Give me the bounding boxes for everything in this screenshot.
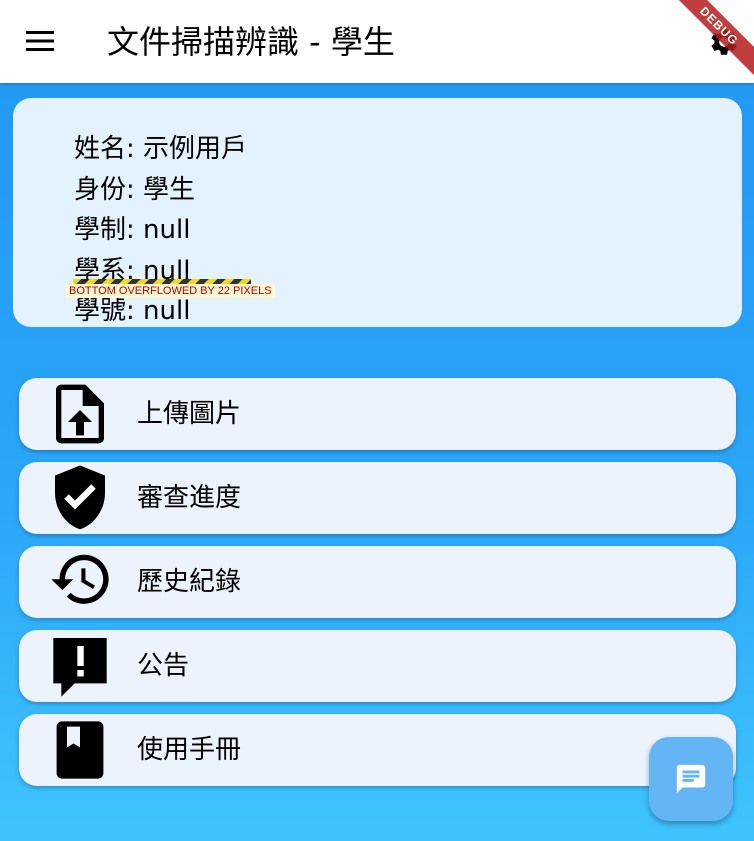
review-progress-label: 審查進度: [137, 483, 242, 513]
announcement-button[interactable]: 公告: [19, 630, 736, 702]
chat-icon: [676, 764, 706, 794]
user-school-system: 學制: null: [74, 215, 191, 245]
history-icon: [46, 550, 114, 614]
user-manual-button[interactable]: 使用手冊: [19, 714, 736, 786]
book-icon: [46, 718, 114, 782]
history-label: 歷史紀錄: [137, 567, 242, 597]
history-button[interactable]: 歷史紀錄: [19, 546, 736, 618]
upload-image-label: 上傳圖片: [137, 399, 242, 429]
upload-file-icon: [46, 382, 114, 446]
chat-fab[interactable]: [649, 737, 733, 821]
user-info-card: 姓名: 示例用戶 身份: 學生 學制: null 學系: null 學號: nu…: [13, 98, 742, 327]
upload-image-button[interactable]: 上傳圖片: [19, 378, 736, 450]
user-role: 身份: 學生: [74, 174, 196, 205]
announcement-icon: [46, 634, 114, 698]
overflow-warning: BOTTOM OVERFLOWED BY 22 PIXELS: [66, 284, 275, 298]
user-manual-label: 使用手冊: [137, 735, 242, 765]
page-title: 文件掃描辨識 - 學生: [107, 23, 395, 61]
menu-icon: [26, 31, 54, 51]
menu-button[interactable]: [20, 21, 60, 61]
announcement-label: 公告: [137, 651, 190, 681]
verified-shield-icon: [46, 465, 114, 530]
review-progress-button[interactable]: 審查進度: [19, 462, 736, 534]
user-name: 姓名: 示例用戶: [74, 134, 248, 164]
app-bar: 文件掃描辨識 - 學生: [0, 0, 754, 83]
